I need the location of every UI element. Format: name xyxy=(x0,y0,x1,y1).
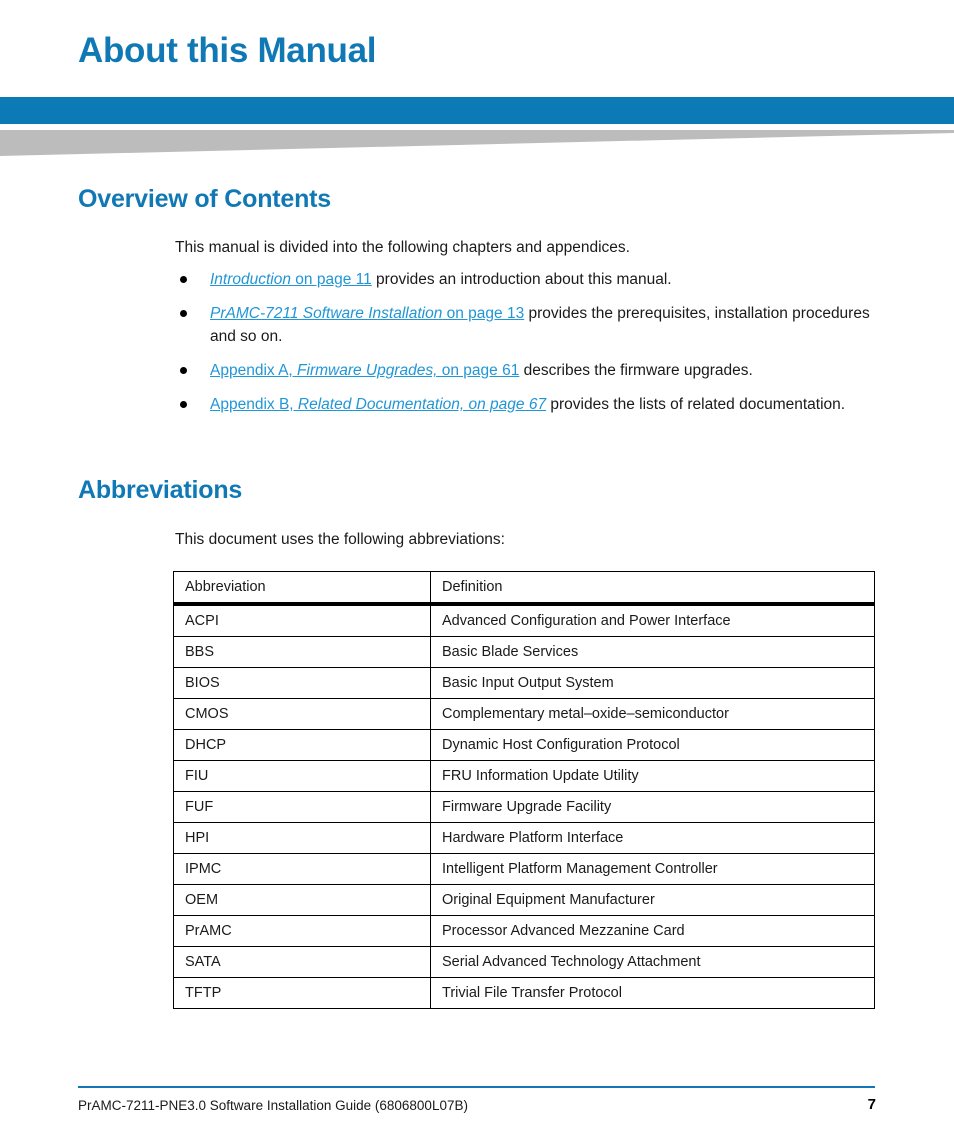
cell-definition: Complementary metal–oxide–semiconductor xyxy=(430,698,875,730)
table-row: HPI Hardware Platform Interface xyxy=(173,822,875,854)
table-header-row: Abbreviation Definition xyxy=(173,571,875,606)
cell-definition: Processor Advanced Mezzanine Card xyxy=(430,915,875,947)
cross-reference-link[interactable]: Introduction xyxy=(210,271,291,288)
column-header-abbreviation: Abbreviation xyxy=(173,571,431,606)
table-row: SATA Serial Advanced Technology Attachmen… xyxy=(173,946,875,978)
bullet-dot-icon xyxy=(180,310,187,317)
header-blue-bar xyxy=(0,97,954,124)
list-item: Appendix A, Firmware Upgrades, on page 6… xyxy=(175,359,875,382)
table-row: BBS Basic Blade Services xyxy=(173,636,875,668)
abbreviations-table: Abbreviation Definition ACPI Advanced Con… xyxy=(173,571,875,1009)
cell-definition: Serial Advanced Technology Attachment xyxy=(430,946,875,978)
cell-abbreviation: PrAMC xyxy=(173,915,431,947)
list-item: PrAMC-7211 Software Installation on page… xyxy=(175,302,875,348)
list-item: Introduction on page 11 provides an intr… xyxy=(175,268,875,291)
cell-abbreviation: CMOS xyxy=(173,698,431,730)
cell-abbreviation: SATA xyxy=(173,946,431,978)
bullet-dot-icon xyxy=(180,276,187,283)
cell-definition: Hardware Platform Interface xyxy=(430,822,875,854)
overview-bullet-list: Introduction on page 11 provides an intr… xyxy=(175,268,875,427)
cell-abbreviation: DHCP xyxy=(173,729,431,761)
page-header-band: About this Manual xyxy=(0,0,954,96)
table-row: DHCP Dynamic Host Configuration Protocol xyxy=(173,729,875,761)
cross-reference-link[interactable]: PrAMC-7211 Software Installation xyxy=(210,305,442,322)
table-body: ACPI Advanced Configuration and Power Int… xyxy=(173,603,875,1009)
cell-abbreviation: TFTP xyxy=(173,977,431,1009)
cross-reference-lead[interactable]: Appendix A, xyxy=(210,362,297,379)
cell-definition: Basic Blade Services xyxy=(430,636,875,668)
cell-definition: Firmware Upgrade Facility xyxy=(430,791,875,823)
cell-abbreviation: FUF xyxy=(173,791,431,823)
table-row: TFTP Trivial File Transfer Protocol xyxy=(173,977,875,1009)
list-item-text: provides an introduction about this manu… xyxy=(371,271,672,288)
footer-rule xyxy=(78,1086,875,1088)
cell-abbreviation: HPI xyxy=(173,822,431,854)
table-row: ACPI Advanced Configuration and Power Int… xyxy=(173,603,875,637)
cross-reference-page[interactable]: on page 11 xyxy=(291,271,371,288)
cell-definition: Original Equipment Manufacturer xyxy=(430,884,875,916)
header-grey-wedge xyxy=(0,130,954,156)
cross-reference-lead[interactable]: Appendix B, xyxy=(210,396,298,413)
cell-abbreviation: BIOS xyxy=(173,667,431,699)
table-row: FIU FRU Information Update Utility xyxy=(173,760,875,792)
footer-page-number: 7 xyxy=(867,1096,876,1113)
footer-document-title: PrAMC-7211-PNE3.0 Software Installation … xyxy=(78,1098,468,1113)
overview-intro-text: This manual is divided into the followin… xyxy=(175,239,630,256)
column-header-definition: Definition xyxy=(430,571,875,606)
cross-reference-link[interactable]: Related Documentation, on page 67 xyxy=(298,396,546,413)
cell-definition: Advanced Configuration and Power Interfa… xyxy=(430,603,875,637)
bullet-dot-icon xyxy=(180,401,187,408)
cell-definition: FRU Information Update Utility xyxy=(430,760,875,792)
list-item-text: describes the firmware upgrades. xyxy=(519,362,753,379)
abbreviations-intro-text: This document uses the following abbrevi… xyxy=(175,531,505,548)
table-row: CMOS Complementary metal–oxide–semiconduc… xyxy=(173,698,875,730)
cross-reference-page[interactable]: on page 13 xyxy=(442,305,525,322)
table-row: PrAMC Processor Advanced Mezzanine Card xyxy=(173,915,875,947)
table-row: FUF Firmware Upgrade Facility xyxy=(173,791,875,823)
list-item-text: provides the lists of related documentat… xyxy=(546,396,846,413)
section-heading-abbreviations: Abbreviations xyxy=(78,476,243,504)
table-row: BIOS Basic Input Output System xyxy=(173,667,875,699)
list-item: Appendix B, Related Documentation, on pa… xyxy=(175,393,875,416)
cell-definition: Intelligent Platform Management Controll… xyxy=(430,853,875,885)
section-heading-overview: Overview of Contents xyxy=(78,185,331,213)
cell-abbreviation: BBS xyxy=(173,636,431,668)
cell-definition: Dynamic Host Configuration Protocol xyxy=(430,729,875,761)
page-title: About this Manual xyxy=(78,31,377,70)
cell-abbreviation: FIU xyxy=(173,760,431,792)
cell-abbreviation: IPMC xyxy=(173,853,431,885)
cross-reference-link[interactable]: Firmware Upgrades, xyxy=(297,362,437,379)
table-header: Abbreviation Definition xyxy=(173,571,875,606)
cross-reference-page[interactable]: on page 61 xyxy=(437,362,520,379)
bullet-dot-icon xyxy=(180,367,187,374)
cell-definition: Trivial File Transfer Protocol xyxy=(430,977,875,1009)
cell-abbreviation: ACPI xyxy=(173,603,431,637)
table-row: IPMC Intelligent Platform Management Con… xyxy=(173,853,875,885)
cell-abbreviation: OEM xyxy=(173,884,431,916)
table-row: OEM Original Equipment Manufacturer xyxy=(173,884,875,916)
cell-definition: Basic Input Output System xyxy=(430,667,875,699)
